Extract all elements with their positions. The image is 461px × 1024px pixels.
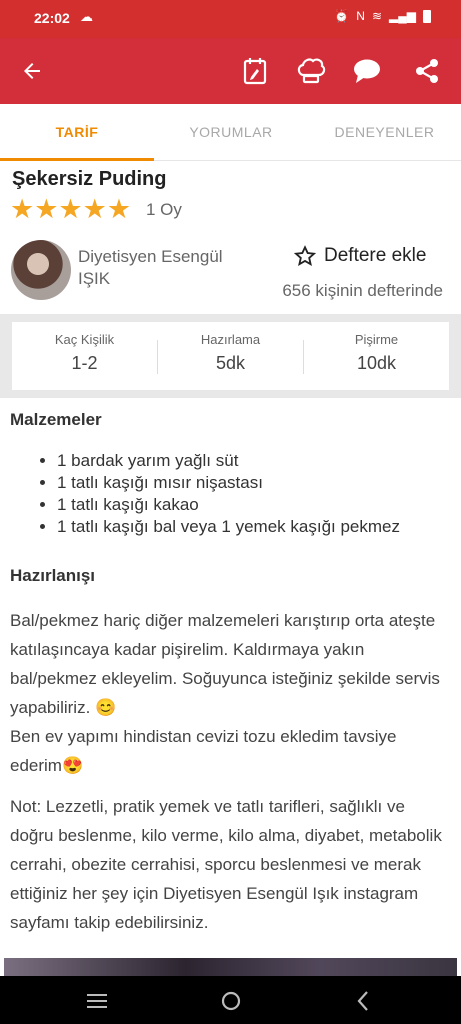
wifi-icon: ≋: [371, 9, 383, 23]
star-outline-icon: [294, 245, 316, 266]
recipe-title: Şekersiz Puding: [12, 168, 167, 190]
alarm-icon: ⏰: [334, 9, 350, 23]
preparation-paragraph: Ben ev yapımı hindistan cevizi tozu ekle…: [10, 727, 397, 775]
list-item: 1 tatlı kaşığı mısır nişastası: [57, 472, 400, 494]
recipe-photo[interactable]: [4, 958, 457, 978]
back-arrow-icon[interactable]: [14, 53, 50, 89]
tab-recipe[interactable]: TARİF: [0, 104, 154, 160]
share-icon[interactable]: [409, 53, 445, 89]
servings: Kaç Kişilik 1-2: [12, 332, 157, 374]
system-nav-bar: [0, 976, 461, 1024]
preparation-heading: Hazırlanışı: [10, 566, 96, 585]
info-panel: Kaç Kişilik 1-2 Hazırlama 5dk Pişirme 10…: [0, 314, 461, 398]
cook-time-value: 10dk: [356, 353, 397, 373]
status-bar: 22:02 ☁ ⏰ N ≋ ▂▄▆: [0, 0, 461, 38]
recent-apps-icon[interactable]: [82, 986, 112, 1016]
signal-icon: ▂▄▆: [389, 9, 416, 23]
list-item: 1 tatlı kaşığı kakao: [57, 494, 400, 516]
author-note: Not: Lezzetli, pratik yemek ve tatlı tar…: [10, 797, 442, 932]
nfc-icon: N: [356, 9, 365, 23]
add-to-notebook-button[interactable]: Deftere ekle: [294, 245, 426, 267]
cook-time-label: Pişirme: [354, 332, 399, 347]
home-icon[interactable]: [216, 986, 246, 1016]
cook-time: Pişirme 10dk: [304, 332, 449, 374]
prep-time-label: Hazırlama: [200, 332, 261, 347]
author-avatar[interactable]: [11, 240, 71, 300]
tab-indicator: [0, 158, 154, 161]
battery-icon: [423, 9, 431, 23]
servings-label: Kaç Kişilik: [54, 332, 115, 347]
preparation-text: Bal/pekmez hariç diğer malzemeleri karış…: [10, 606, 450, 780]
chef-hat-icon[interactable]: [293, 53, 329, 89]
preparation-paragraph: Bal/pekmez hariç diğer malzemeleri karış…: [10, 611, 440, 717]
add-to-notebook-label: Deftere ekle: [324, 245, 427, 266]
app-bar: [0, 38, 461, 104]
info-card: Kaç Kişilik 1-2 Hazırlama 5dk Pişirme 10…: [12, 322, 449, 390]
vote-count: 1 Oy: [146, 200, 182, 219]
notebook-edit-icon[interactable]: [237, 53, 273, 89]
list-item: 1 tatlı kaşığı bal veya 1 yemek kaşığı p…: [57, 516, 400, 538]
tab-comments[interactable]: YORUMLAR: [154, 104, 308, 160]
ingredients-list: 1 bardak yarım yağlı süt 1 tatlı kaşığı …: [0, 450, 400, 538]
status-icons: ⏰ N ≋ ▂▄▆: [334, 9, 431, 23]
back-icon[interactable]: [348, 986, 378, 1016]
author-name[interactable]: Diyetisyen Esengül IŞIK: [78, 246, 258, 290]
tab-bar: TARİF YORUMLAR DENEYENLER: [0, 104, 461, 161]
comment-icon[interactable]: [349, 53, 385, 89]
prep-time: Hazırlama 5dk: [158, 332, 303, 374]
rating-stars[interactable]: ★★★★★: [10, 196, 131, 223]
prep-time-value: 5dk: [215, 353, 246, 373]
notebook-count: 656 kişinin defterinde: [282, 281, 443, 300]
servings-value: 1-2: [71, 353, 98, 373]
cloud-icon: ☁: [80, 9, 93, 24]
tab-tried[interactable]: DENEYENLER: [308, 104, 461, 160]
status-time: 22:02: [34, 10, 70, 26]
ingredients-heading: Malzemeler: [10, 410, 102, 429]
list-item: 1 bardak yarım yağlı süt: [57, 450, 400, 472]
